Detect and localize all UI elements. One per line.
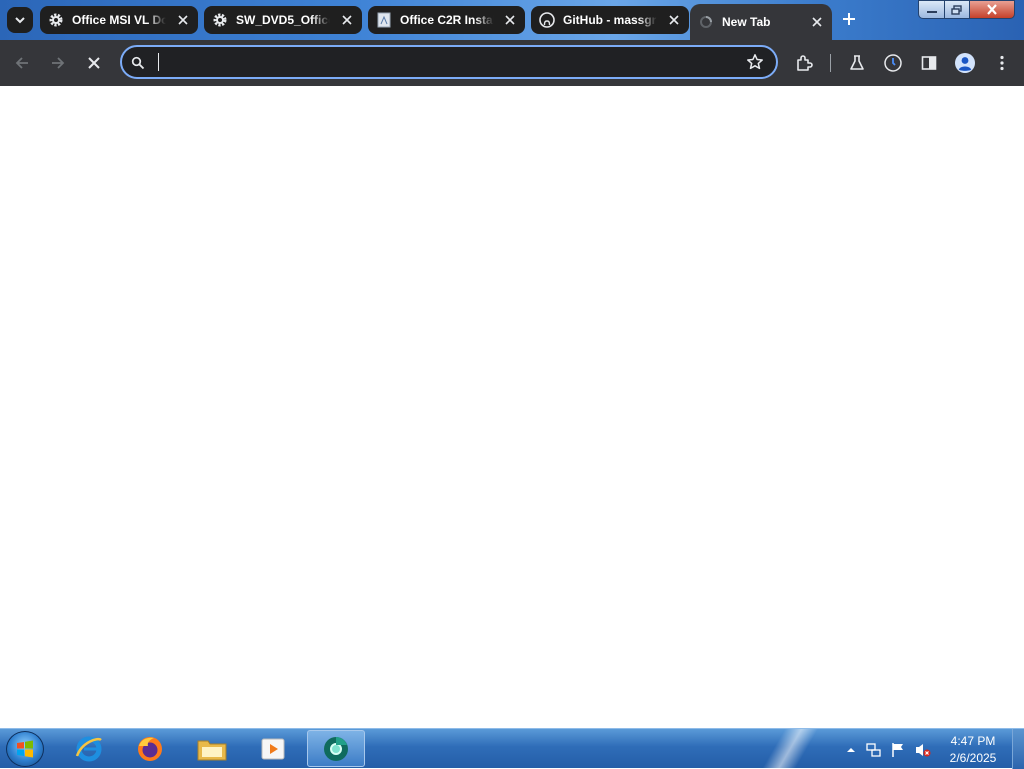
github-icon — [539, 12, 555, 28]
close-icon — [987, 4, 997, 15]
performance-button[interactable] — [881, 51, 905, 75]
network-icon — [866, 743, 881, 757]
chevron-down-icon — [15, 17, 25, 24]
labs-button[interactable] — [845, 51, 869, 75]
tab-title: SW_DVD5_Office — [236, 13, 330, 27]
performance-icon — [884, 54, 902, 72]
document-icon — [376, 12, 392, 28]
taskbar-internet-explorer[interactable] — [60, 730, 118, 767]
tab-office-c2r[interactable]: Office C2R Install — [368, 6, 525, 34]
loading-icon — [698, 14, 714, 30]
chevron-up-icon — [847, 748, 855, 752]
profile-button[interactable] — [953, 51, 977, 75]
tab-close-icon[interactable] — [502, 12, 518, 28]
tab-title: Office MSI VL Do — [72, 13, 166, 27]
clock-date: 2/6/2025 — [949, 751, 997, 765]
restore-icon — [951, 4, 962, 15]
clock-time: 4:47 PM — [950, 734, 996, 748]
tab-search-button[interactable] — [7, 7, 33, 33]
plus-icon — [843, 13, 855, 25]
tab-new-tab[interactable]: New Tab — [690, 4, 832, 40]
extensions-button[interactable] — [792, 51, 816, 75]
forward-button[interactable] — [46, 51, 70, 75]
back-button[interactable] — [10, 51, 34, 75]
action-center-tray-icon[interactable] — [890, 742, 906, 758]
tab-title: New Tab — [722, 15, 771, 29]
text-caret — [158, 53, 159, 71]
side-panel-button[interactable] — [917, 51, 941, 75]
side-panel-icon — [921, 56, 937, 70]
file-explorer-icon — [197, 740, 227, 760]
tab-title: Office C2R Install — [400, 13, 494, 27]
tab-close-icon[interactable] — [339, 12, 355, 28]
gear-icon — [48, 12, 64, 28]
labs-icon — [850, 55, 864, 70]
taskbar-highlight — [760, 729, 820, 769]
stop-icon — [88, 57, 100, 69]
network-tray-icon[interactable] — [866, 742, 882, 758]
tab-office-msi[interactable]: Office MSI VL Do — [40, 6, 198, 34]
tab-title: GitHub - massgra — [563, 13, 657, 27]
tab-github[interactable]: GitHub - massgra — [531, 6, 689, 34]
start-button[interactable] — [6, 731, 44, 767]
taskbar-firefox[interactable] — [121, 730, 179, 767]
taskbar-media-player[interactable] — [244, 730, 302, 767]
taskbar-file-explorer[interactable] — [183, 730, 241, 767]
close-window-button[interactable] — [969, 0, 1015, 19]
browser-menu-button[interactable] — [990, 51, 1014, 75]
windows-taskbar: 4:47 PM 2/6/2025 — [0, 728, 1024, 769]
minimize-icon — [926, 10, 937, 13]
browser-toolbar — [0, 40, 1024, 86]
restore-button[interactable] — [944, 0, 970, 19]
forward-icon — [52, 57, 65, 69]
internet-explorer-icon — [75, 736, 102, 761]
tab-close-icon[interactable] — [175, 12, 191, 28]
back-icon — [15, 57, 28, 69]
address-bar[interactable] — [120, 45, 778, 79]
new-tab-button[interactable] — [838, 8, 860, 30]
profile-icon — [955, 53, 975, 73]
menu-icon — [1000, 55, 1004, 71]
media-player-icon — [261, 738, 285, 759]
show-hidden-icons-button[interactable] — [843, 742, 859, 758]
page-content — [0, 86, 1024, 728]
tab-close-icon[interactable] — [809, 14, 825, 30]
action-center-flag-icon — [892, 743, 903, 757]
taskbar-chrome-canary-active[interactable] — [307, 730, 365, 767]
system-clock[interactable]: 4:47 PM 2/6/2025 — [934, 733, 1012, 767]
volume-muted-icon — [916, 744, 931, 757]
search-icon — [131, 56, 145, 70]
gear-icon — [212, 12, 228, 28]
toolbar-separator — [830, 54, 831, 72]
tab-sw-dvd5[interactable]: SW_DVD5_Office — [204, 6, 362, 34]
show-desktop-button[interactable] — [1012, 729, 1024, 769]
firefox-icon — [138, 736, 162, 761]
bookmark-star-icon[interactable] — [746, 53, 764, 71]
extensions-icon — [797, 55, 813, 71]
address-input[interactable] — [156, 52, 740, 74]
volume-tray-icon[interactable] — [915, 742, 931, 758]
stop-loading-button[interactable] — [82, 51, 106, 75]
windows-logo-icon — [17, 740, 33, 758]
chrome-canary-icon — [324, 736, 348, 761]
tab-close-icon[interactable] — [666, 12, 682, 28]
browser-tab-strip: Office MSI VL Do SW_DVD5_Office Office C… — [0, 0, 1024, 40]
minimize-button[interactable] — [918, 0, 945, 19]
